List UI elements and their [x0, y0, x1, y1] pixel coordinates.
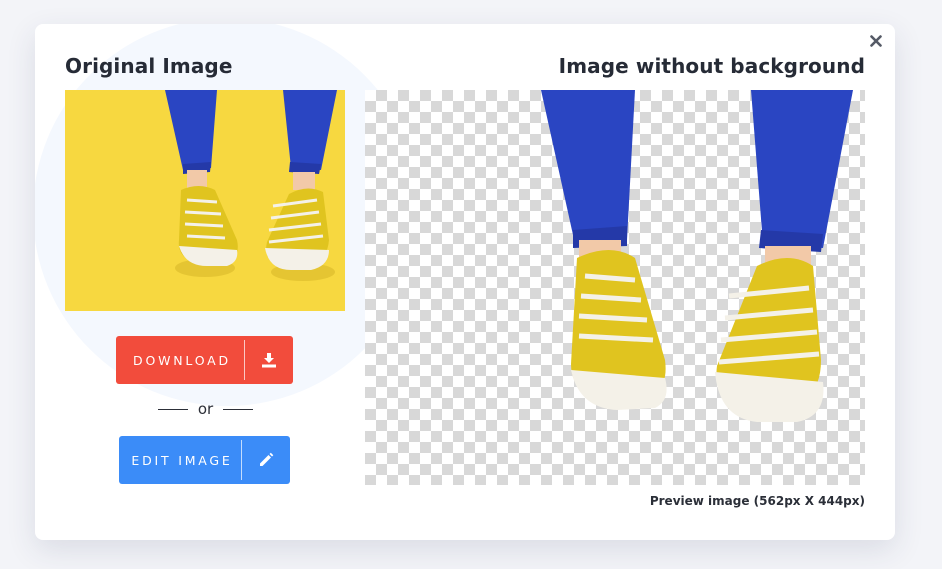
edit-image-button[interactable]: EDIT IMAGE: [119, 436, 290, 484]
edit-button-label: EDIT IMAGE: [131, 452, 233, 468]
pencil-icon: [242, 452, 290, 468]
background-removal-dialog: Original Image Image without background: [35, 24, 895, 540]
original-photo: [65, 90, 345, 311]
or-separator: or: [158, 400, 253, 418]
download-icon: [245, 352, 293, 368]
download-button[interactable]: DOWNLOAD: [116, 336, 293, 384]
result-photo: [541, 90, 853, 422]
original-image-title: Original Image: [65, 54, 233, 78]
preview-size-caption: Preview image (562px X 444px): [649, 494, 865, 508]
result-image-preview: [365, 90, 865, 485]
download-button-label: DOWNLOAD: [133, 352, 231, 368]
or-line-right: [222, 408, 253, 410]
original-image: [65, 90, 345, 311]
close-button[interactable]: [867, 32, 885, 50]
or-text: or: [197, 400, 214, 418]
or-line-left: [158, 408, 188, 410]
result-image-title: Image without background: [558, 54, 865, 78]
close-icon: [870, 35, 882, 47]
